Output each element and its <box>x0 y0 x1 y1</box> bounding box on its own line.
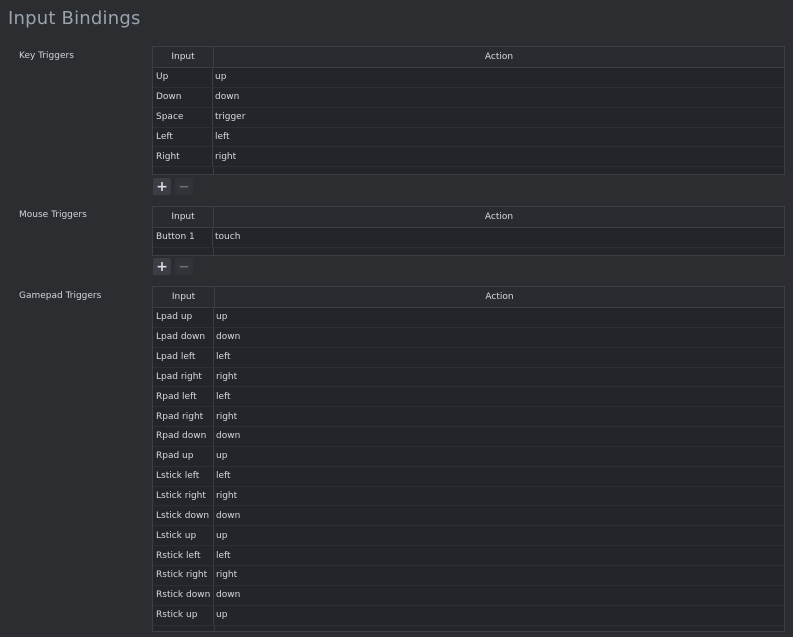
table-row[interactable]: Right right <box>153 147 784 168</box>
action-cell[interactable]: up <box>214 308 784 327</box>
mouse-triggers-table: Input Action Button 1 touch <box>152 206 785 256</box>
add-key-trigger-button[interactable]: + <box>153 178 171 195</box>
action-column-header[interactable]: Action <box>215 287 784 307</box>
input-cell[interactable]: Right <box>153 147 213 167</box>
input-cell[interactable]: Rstick down <box>153 585 214 605</box>
input-cell[interactable]: Lpad right <box>153 367 214 387</box>
action-column-header[interactable]: Action <box>214 207 784 227</box>
remove-mouse-trigger-button[interactable]: − <box>175 258 193 275</box>
gamepad-triggers-table: Input Action Lpad up up Lpad down down Lpad … <box>152 286 785 632</box>
action-cell[interactable]: down <box>213 88 784 107</box>
table-row[interactable]: Rstick down down <box>153 585 784 606</box>
action-cell[interactable]: left <box>214 348 784 367</box>
input-column-header[interactable]: Input <box>153 47 214 67</box>
input-cell[interactable]: Rstick up <box>153 605 214 625</box>
table-row[interactable]: Button 1 touch <box>153 228 784 248</box>
table-row[interactable]: Rpad down down <box>153 427 784 447</box>
input-cell[interactable]: Rpad up <box>153 446 214 466</box>
action-cell[interactable]: down <box>214 427 784 446</box>
input-column-header[interactable]: Input <box>153 207 214 227</box>
action-cell[interactable]: left <box>214 546 784 565</box>
table-row[interactable]: Down down <box>153 87 784 108</box>
table-row[interactable]: Rpad up up <box>153 446 784 467</box>
key-triggers-label: Key Triggers <box>19 51 74 61</box>
action-cell[interactable]: down <box>214 586 784 605</box>
action-cell[interactable]: trigger <box>213 108 784 127</box>
action-cell[interactable]: right <box>214 487 784 506</box>
table-row[interactable]: Rpad right right <box>153 407 784 428</box>
input-cell[interactable]: Space <box>153 107 213 127</box>
input-cell[interactable]: Up <box>153 68 213 87</box>
table-row[interactable]: Rpad left left <box>153 387 784 408</box>
input-cell[interactable]: Lpad up <box>153 308 214 327</box>
action-cell[interactable]: up <box>214 447 784 466</box>
table-row[interactable]: Lstick up up <box>153 526 784 547</box>
table-row[interactable]: Rstick right right <box>153 565 784 586</box>
table-row[interactable]: Lpad right right <box>153 367 784 388</box>
page-title: Input Bindings <box>8 8 141 29</box>
table-row[interactable]: Lpad left left <box>153 347 784 368</box>
table-row[interactable]: Lpad down down <box>153 327 784 348</box>
action-column-header[interactable]: Action <box>214 47 784 67</box>
action-cell[interactable]: up <box>214 606 784 625</box>
action-cell[interactable]: down <box>214 506 784 525</box>
table-row[interactable]: Lstick down down <box>153 506 784 527</box>
input-cell[interactable]: Rpad down <box>153 427 214 446</box>
input-cell[interactable]: Left <box>153 127 213 147</box>
input-cell[interactable]: Rstick left <box>153 546 214 565</box>
action-cell[interactable]: right <box>214 407 784 426</box>
action-cell[interactable]: left <box>213 128 784 147</box>
table-row[interactable]: Rstick up up <box>153 605 784 626</box>
key-triggers-buttons: + − <box>153 178 193 195</box>
table-header: Input Action <box>153 207 784 228</box>
action-cell[interactable]: left <box>214 467 784 486</box>
remove-key-trigger-button[interactable]: − <box>175 178 193 195</box>
action-cell[interactable]: right <box>214 368 784 387</box>
action-cell[interactable]: up <box>214 526 784 545</box>
input-cell[interactable]: Rstick right <box>153 565 214 585</box>
table-row[interactable]: Lstick right right <box>153 486 784 507</box>
input-cell[interactable]: Down <box>153 87 213 107</box>
key-triggers-table: Input Action Up up Down down Space trigger Lef… <box>152 46 785 176</box>
input-cell[interactable]: Rpad left <box>153 387 214 407</box>
gamepad-triggers-label: Gamepad Triggers <box>19 291 102 301</box>
input-cell[interactable]: Lstick down <box>153 506 214 526</box>
table-row[interactable]: Lstick left left <box>153 466 784 487</box>
input-cell[interactable]: Rpad right <box>153 407 214 427</box>
input-column-header[interactable]: Input <box>153 287 215 307</box>
table-row[interactable]: Lpad up up <box>153 308 784 328</box>
table-row[interactable]: Up up <box>153 68 784 88</box>
action-cell[interactable]: right <box>214 566 784 585</box>
action-cell[interactable]: up <box>213 68 784 87</box>
add-mouse-trigger-button[interactable]: + <box>153 258 171 275</box>
input-cell[interactable]: Lstick left <box>153 466 214 486</box>
action-cell[interactable]: down <box>214 328 784 347</box>
input-cell[interactable]: Lstick up <box>153 526 214 546</box>
mouse-triggers-buttons: + − <box>153 258 193 275</box>
input-cell[interactable]: Lstick right <box>153 486 214 506</box>
table-header: Input Action <box>153 287 784 308</box>
action-cell[interactable]: right <box>213 147 784 166</box>
action-cell[interactable]: touch <box>213 228 784 247</box>
table-header: Input Action <box>153 47 784 68</box>
table-row[interactable]: Rstick left left <box>153 546 784 566</box>
input-cell[interactable]: Lpad down <box>153 327 214 347</box>
input-cell[interactable]: Button 1 <box>153 228 213 247</box>
action-cell[interactable]: left <box>214 387 784 406</box>
table-row[interactable]: Left left <box>153 127 784 148</box>
mouse-triggers-label: Mouse Triggers <box>19 210 87 220</box>
table-row[interactable]: Space trigger <box>153 107 784 128</box>
input-cell[interactable]: Lpad left <box>153 347 214 367</box>
